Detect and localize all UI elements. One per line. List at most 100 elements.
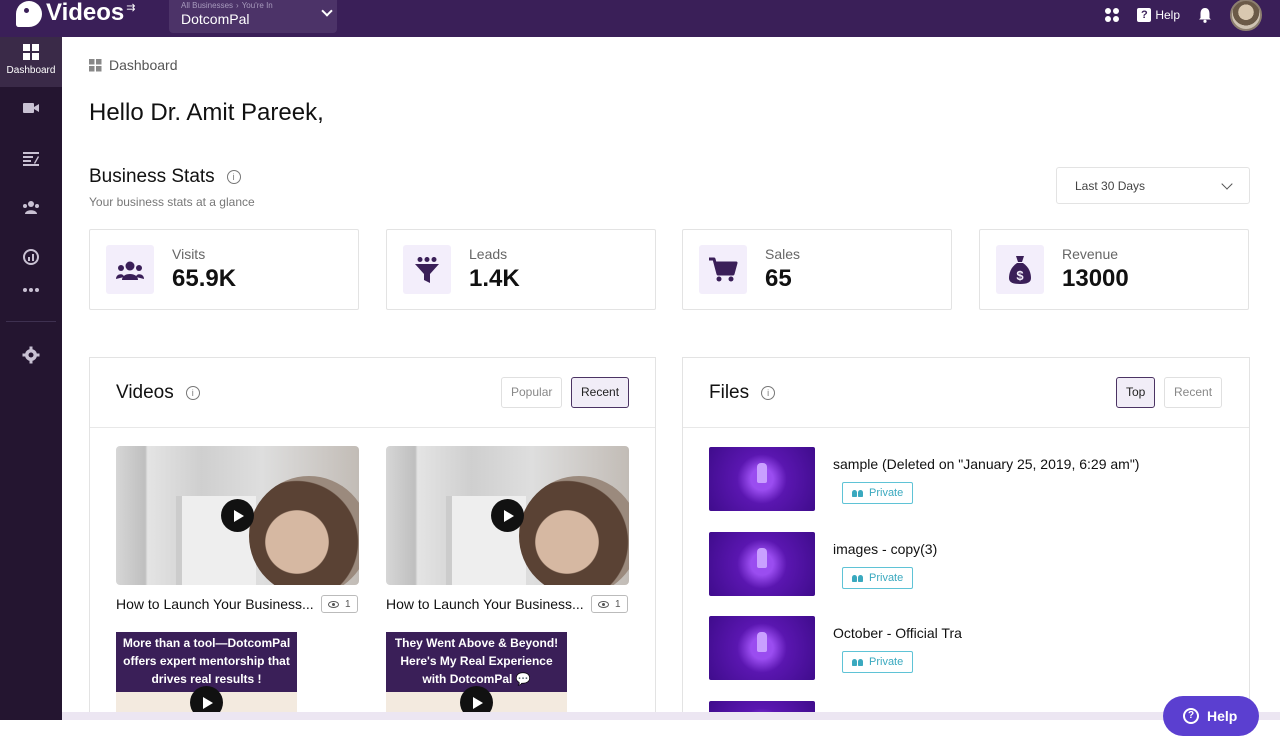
stat-value: 13000	[1062, 265, 1129, 292]
stat-value: 65.9K	[172, 265, 237, 292]
file-thumbnail[interactable]	[709, 616, 815, 680]
eye-icon	[598, 600, 609, 608]
content-list-icon	[23, 152, 39, 166]
help-chat-button[interactable]: ? Help	[1163, 696, 1259, 736]
help-icon: ?	[1137, 8, 1152, 22]
info-icon[interactable]: i	[761, 386, 776, 400]
file-name[interactable]: sample (Deleted on "January 25, 2019, 6:…	[833, 456, 1139, 472]
view-count-badge: 1	[591, 595, 628, 613]
files-panel-title: Files i	[709, 382, 776, 404]
tab-recent[interactable]: Recent	[1164, 377, 1223, 408]
stat-value: 65	[765, 265, 792, 292]
file-thumbnail[interactable]	[709, 532, 815, 596]
promo-text: More than a tool—DotcomPal offers expert…	[116, 632, 297, 692]
file-thumbnail[interactable]	[709, 447, 815, 511]
sidebar: Dashboard	[0, 37, 62, 720]
main-content: Dashboard Hello Dr. Amit Pareek, Busines…	[62, 37, 1280, 720]
business-crumb: All Businesses › You're In	[181, 1, 325, 10]
view-count-badge: 1	[321, 595, 358, 613]
breadcrumb: Dashboard	[89, 57, 178, 73]
video-card[interactable]: How to Launch Your Business... 1	[116, 446, 359, 613]
analytics-icon	[23, 249, 39, 265]
top-bar: Videos ⇉ All Businesses › You're In Dotc…	[0, 0, 1280, 37]
info-icon[interactable]: i	[226, 170, 241, 184]
files-heading: Files	[709, 382, 750, 403]
people-icon	[23, 201, 39, 214]
help-fab-label: Help	[1207, 708, 1238, 724]
logo-mark-icon	[16, 0, 42, 27]
visibility-badge: Private	[842, 482, 914, 504]
video-thumbnail-promo[interactable]: More than a tool—DotcomPal offers expert…	[116, 632, 297, 720]
sidebar-item-contacts[interactable]	[0, 200, 62, 214]
people-icon	[116, 261, 144, 280]
sidebar-item-settings[interactable]	[0, 346, 62, 364]
stat-card-leads: Leads 1.4K	[386, 229, 656, 310]
videos-heading: Videos	[116, 382, 174, 403]
app-logo[interactable]: Videos ⇉	[16, 0, 135, 37]
video-title[interactable]: How to Launch Your Business...	[116, 596, 316, 612]
video-thumbnail[interactable]	[116, 446, 359, 585]
file-name[interactable]: images - copy(3)	[833, 541, 937, 557]
view-count: 1	[615, 598, 621, 610]
visibility-badge: Private	[842, 567, 914, 589]
money-bag-icon: $	[1009, 255, 1031, 284]
crumb-parent: All Businesses	[181, 1, 234, 10]
business-switcher[interactable]: All Businesses › You're In DotcomPal	[169, 0, 337, 33]
people-icon	[852, 489, 863, 497]
video-thumbnail-promo[interactable]: They Went Above & Beyond! Here's My Real…	[386, 632, 567, 720]
settings-gear-icon	[22, 346, 40, 364]
file-row[interactable]: sample (Deleted on "January 25, 2019, 6:…	[709, 447, 1209, 511]
help-icon: ?	[1183, 708, 1199, 724]
stat-label: Sales	[765, 246, 801, 262]
date-range-value: Last 30 Days	[1075, 178, 1146, 193]
sidebar-divider	[6, 321, 56, 322]
video-thumbnail[interactable]	[386, 446, 629, 585]
thumb-person	[519, 476, 629, 585]
stat-icon-box	[106, 245, 154, 294]
bell-icon[interactable]	[1198, 7, 1212, 23]
business-name: DotcomPal	[181, 11, 250, 27]
app-name: Videos	[46, 0, 125, 26]
help-label: Help	[1155, 8, 1180, 22]
stat-card-sales: Sales 65	[682, 229, 952, 310]
stat-card-visits: Visits 65.9K	[89, 229, 359, 310]
page-greeting: Hello Dr. Amit Pareek,	[89, 99, 324, 126]
funnel-icon	[415, 256, 439, 283]
tab-recent[interactable]: Recent	[571, 377, 630, 408]
business-stats-title: Business Stats i	[89, 166, 241, 188]
sidebar-item-content[interactable]	[0, 150, 62, 166]
dashboard-icon	[23, 44, 39, 60]
sidebar-item-videos[interactable]	[0, 101, 62, 115]
svg-text:$: $	[1016, 268, 1024, 283]
videos-panel: Videos i Popular Recent How to Launch Yo…	[89, 357, 656, 720]
video-title[interactable]: How to Launch Your Business...	[386, 596, 586, 612]
sidebar-item-dashboard[interactable]: Dashboard	[0, 37, 62, 87]
crumb-current: You're In	[241, 1, 273, 10]
file-row[interactable]: images - copy(3) Private	[709, 532, 1209, 596]
play-icon[interactable]	[221, 499, 254, 532]
user-avatar[interactable]	[1230, 0, 1262, 31]
info-icon[interactable]: i	[185, 386, 200, 400]
play-icon[interactable]	[491, 499, 524, 532]
sidebar-item-analytics[interactable]	[0, 248, 62, 266]
file-name[interactable]: October - Official Tra	[833, 625, 962, 641]
visibility-badge: Private	[842, 651, 914, 673]
apps-grid-icon[interactable]	[1105, 8, 1120, 22]
visibility-label: Private	[869, 572, 904, 584]
stat-label: Leads	[469, 246, 508, 262]
date-range-select[interactable]: Last 30 Days	[1056, 167, 1250, 204]
file-row[interactable]: October - Official Tra Private	[709, 616, 1209, 680]
promo-text: They Went Above & Beyond! Here's My Real…	[386, 632, 567, 692]
tab-popular[interactable]: Popular	[501, 377, 563, 408]
video-card[interactable]: How to Launch Your Business... 1	[386, 446, 629, 613]
bottom-scroll-strip	[62, 712, 1280, 720]
videos-panel-header: Videos i Popular Recent	[90, 358, 655, 428]
visibility-label: Private	[869, 656, 904, 668]
business-stats-subtitle: Your business stats at a glance	[89, 195, 255, 209]
dashboard-icon	[89, 58, 102, 71]
sidebar-item-more[interactable]	[0, 287, 62, 293]
stat-label: Visits	[172, 246, 206, 262]
tab-top[interactable]: Top	[1116, 377, 1156, 408]
help-link[interactable]: ? Help	[1137, 8, 1180, 22]
sidebar-item-label: Dashboard	[6, 65, 56, 76]
